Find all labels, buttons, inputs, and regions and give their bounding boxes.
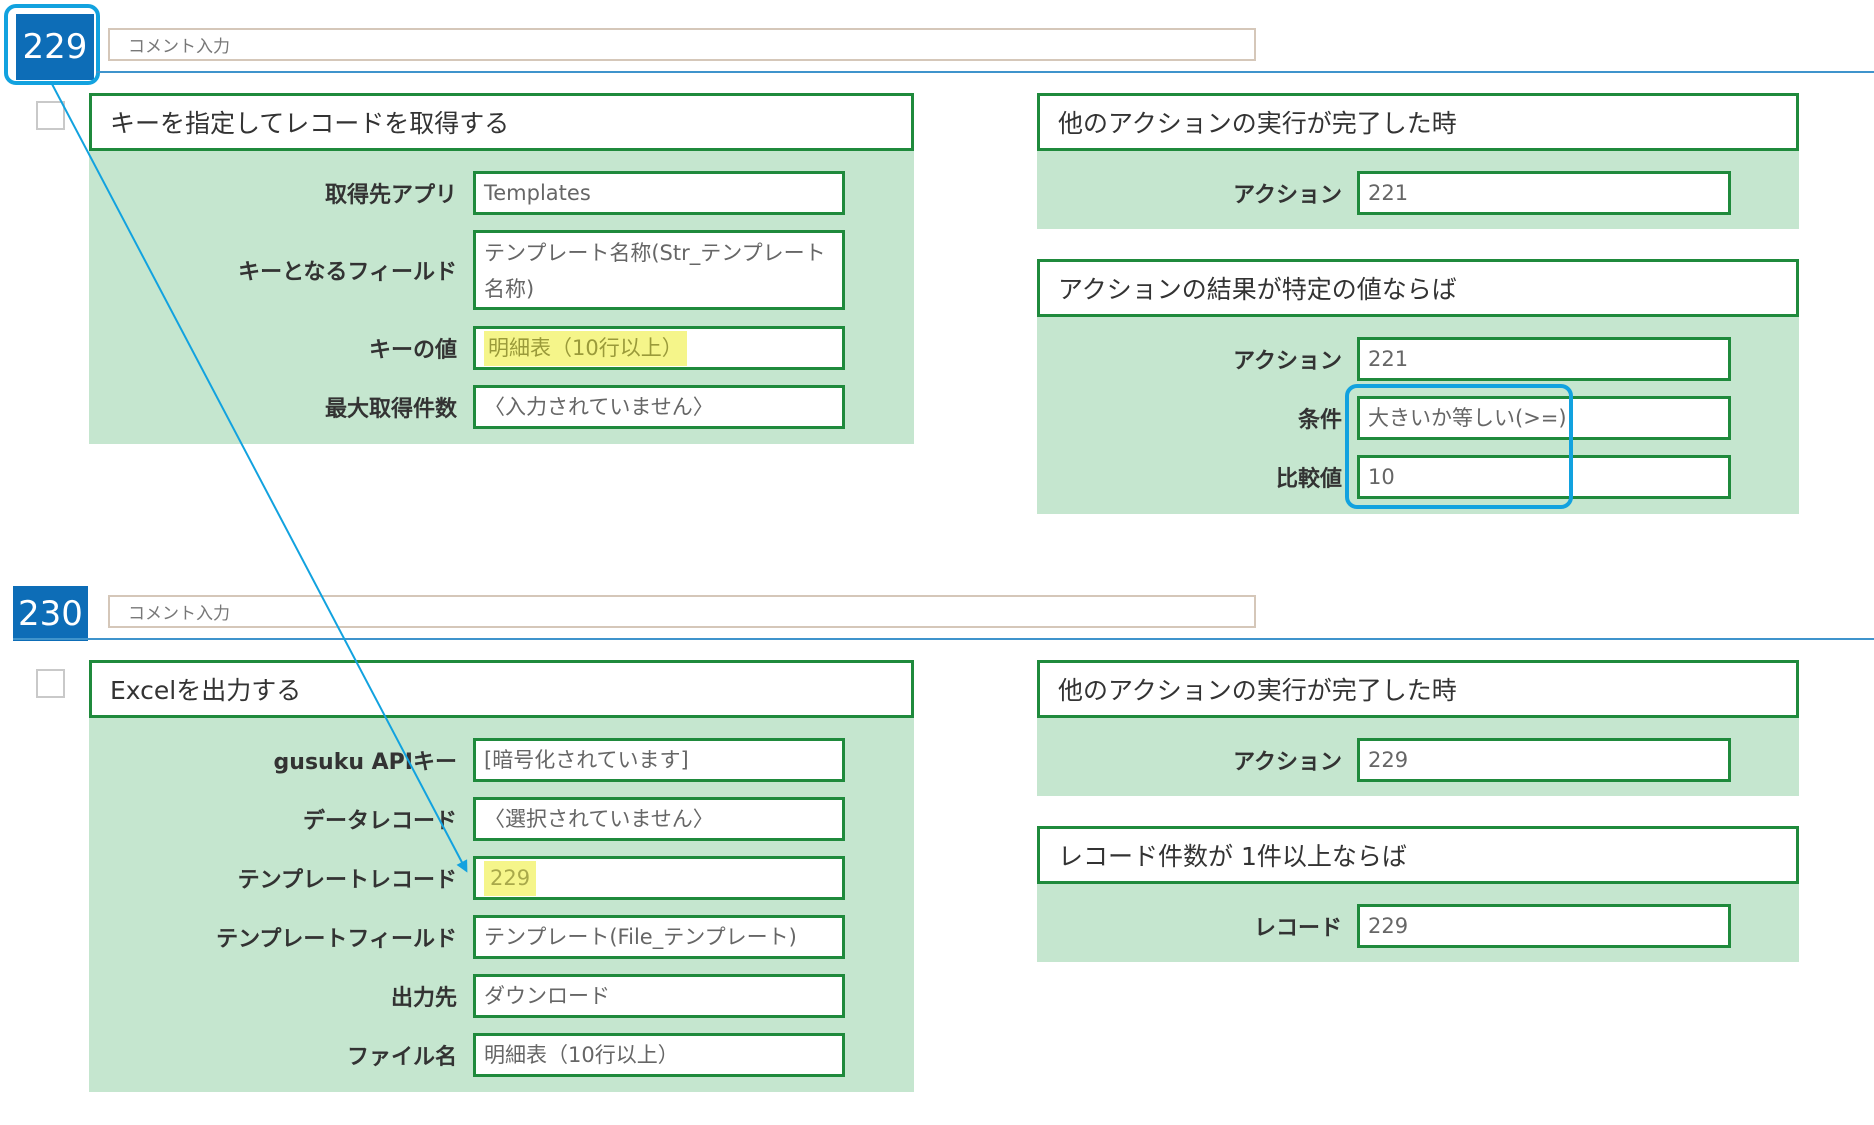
field-label: アクション xyxy=(1233,750,1342,775)
field-label: ファイル名 xyxy=(346,1045,457,1070)
field-label: 比較値 xyxy=(1275,467,1342,492)
action-number-badge: 230 xyxy=(13,586,88,641)
field-label: キーとなるフィールド xyxy=(238,260,457,285)
highlighted-value: 明細表（10行以上） xyxy=(484,330,687,366)
trigger-title: 他のアクションの実行が完了した時 xyxy=(1037,93,1799,151)
condition-panel: レコード件数が 1件以上ならば レコード 229 xyxy=(1037,826,1799,962)
max-count-field[interactable]: 〈入力されていません〉 xyxy=(473,385,845,429)
field-label: gusuku APIキー xyxy=(273,750,457,775)
comment-input[interactable]: コメント入力 xyxy=(108,595,1256,628)
field-label: 最大取得件数 xyxy=(324,397,457,422)
key-value-field[interactable]: 明細表（10行以上） xyxy=(473,326,845,370)
field-label: 出力先 xyxy=(390,986,457,1011)
condition-callout xyxy=(1345,384,1573,509)
action-panel: キーを指定してレコードを取得する 取得先アプリ Templates キーとなるフ… xyxy=(89,93,914,444)
data-record-field[interactable]: 〈選択されていません〉 xyxy=(473,797,845,841)
record-count-field[interactable]: 229 xyxy=(1357,904,1731,948)
field-label: 条件 xyxy=(1297,408,1342,433)
template-field-field[interactable]: テンプレート(File_テンプレート) xyxy=(473,915,845,959)
trigger-panel: 他のアクションの実行が完了した時 アクション 221 xyxy=(1037,93,1799,229)
trigger-action-field[interactable]: 229 xyxy=(1357,738,1731,782)
api-key-field[interactable]: [暗号化されています] xyxy=(473,738,845,782)
field-label: テンプレートレコード xyxy=(237,868,457,893)
field-label: アクション xyxy=(1233,349,1342,374)
output-destination-field[interactable]: ダウンロード xyxy=(473,974,845,1018)
file-name-field[interactable]: 明細表（10行以上） xyxy=(473,1033,845,1077)
action-panel: Excelを出力する gusuku APIキー [暗号化されています] データレ… xyxy=(89,660,914,1092)
condition-title: レコード件数が 1件以上ならば xyxy=(1037,826,1799,884)
trigger-panel: 他のアクションの実行が完了した時 アクション 229 xyxy=(1037,660,1799,796)
key-field[interactable]: テンプレート名称(Str_テンプレート名称) xyxy=(473,230,845,310)
section-divider xyxy=(96,71,1874,73)
app-field[interactable]: Templates xyxy=(473,171,845,215)
select-checkbox[interactable] xyxy=(36,101,65,130)
field-label: データレコード xyxy=(302,809,457,834)
condition-action-field[interactable]: 221 xyxy=(1357,337,1731,381)
template-record-field[interactable]: 229 xyxy=(473,856,845,900)
field-label: キーの値 xyxy=(368,338,457,363)
field-label: レコード xyxy=(1253,916,1342,941)
section-divider xyxy=(13,638,1874,640)
field-label: アクション xyxy=(1233,183,1342,208)
action-title: Excelを出力する xyxy=(89,660,914,718)
trigger-action-field[interactable]: 221 xyxy=(1357,171,1731,215)
number-callout xyxy=(4,4,100,85)
select-checkbox[interactable] xyxy=(36,669,65,698)
highlighted-value: 229 xyxy=(484,860,537,896)
condition-title: アクションの結果が特定の値ならば xyxy=(1037,259,1799,317)
field-label: 取得先アプリ xyxy=(324,183,457,208)
field-label: テンプレートフィールド xyxy=(216,927,457,952)
trigger-title: 他のアクションの実行が完了した時 xyxy=(1037,660,1799,718)
action-title: キーを指定してレコードを取得する xyxy=(89,93,914,151)
comment-input[interactable]: コメント入力 xyxy=(108,28,1256,61)
